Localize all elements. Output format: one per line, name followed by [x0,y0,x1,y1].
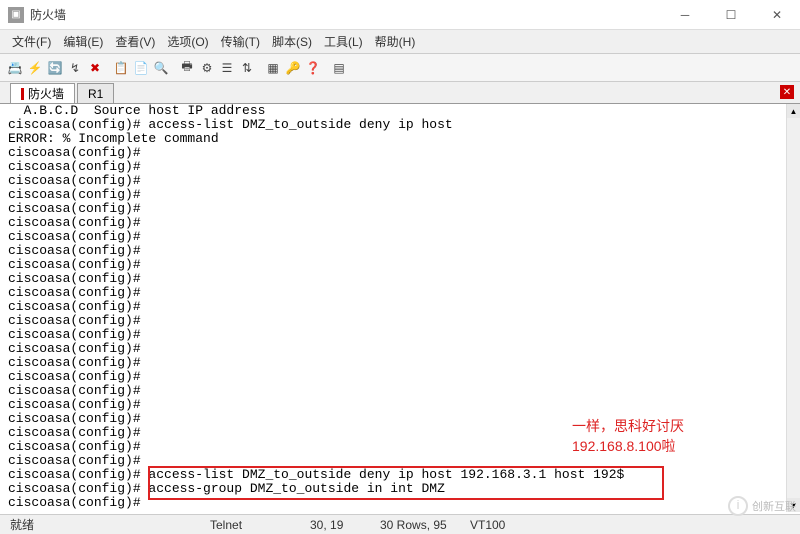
options-icon[interactable]: ☰ [218,59,236,77]
close-button[interactable]: ✕ [754,0,800,30]
status-protocol: Telnet [200,518,300,532]
tab-label: 防火墙 [28,85,64,102]
properties-icon[interactable]: ⚙ [198,59,216,77]
window-titlebar: ▣ 防火墙 ─ ☐ ✕ [0,0,800,30]
vertical-scrollbar[interactable]: ▲ ▼ [786,104,800,512]
tab-label: R1 [88,87,103,101]
menu-edit[interactable]: 编辑(E) [57,33,109,50]
scroll-up-icon[interactable]: ▲ [787,104,800,118]
status-terminal-type: VT100 [460,518,515,532]
window-title: 防火墙 [30,6,662,23]
annotation-line2: 192.168.8.100啦 [572,436,684,456]
watermark: İ 创新互联 [728,496,796,516]
misc1-icon[interactable]: ▦ [264,59,282,77]
statusbar: 就绪 Telnet 30, 19 30 Rows, 95 VT100 [0,514,800,534]
menu-script[interactable]: 脚本(S) [266,33,318,50]
status-position: 30, 19 [300,518,370,532]
print-icon[interactable]: 🖶 [178,59,196,77]
tabbar: 防火墙 R1 ✕ [0,82,800,104]
cancel-icon[interactable]: ✖ [86,59,104,77]
maximize-button[interactable]: ☐ [708,0,754,30]
watermark-text: 创新互联 [752,498,796,514]
menu-help[interactable]: 帮助(H) [369,33,422,50]
disconnect-icon[interactable]: ↯ [66,59,84,77]
paste-icon[interactable]: 📄 [132,59,150,77]
menu-tools[interactable]: 工具(L) [318,33,369,50]
tab-close-button[interactable]: ✕ [780,85,794,99]
toolbar: 📇 ⚡ 🔄 ↯ ✖ 📋 📄 🔍 🖶 ⚙ ☰ ⇅ ▦ 🔑 ❓ ▤ [0,54,800,82]
annotation-text: 一样，思科好讨厌 192.168.8.100啦 [572,416,684,456]
menu-file[interactable]: 文件(F) [6,33,57,50]
reconnect-icon[interactable]: 🔄 [46,59,64,77]
status-rows: 30 Rows, 95 [370,518,460,532]
menubar: 文件(F) 编辑(E) 查看(V) 选项(O) 传输(T) 脚本(S) 工具(L… [0,30,800,54]
tab-firewall[interactable]: 防火墙 [10,83,75,103]
find-icon[interactable]: 🔍 [152,59,170,77]
tab-r1[interactable]: R1 [77,83,114,103]
annotation-line1: 一样，思科好讨厌 [572,416,684,436]
session-icon[interactable]: 📇 [6,59,24,77]
status-ready: 就绪 [0,516,200,533]
copy-icon[interactable]: 📋 [112,59,130,77]
watermark-logo-icon: İ [728,496,748,516]
app-icon: ▣ [8,7,24,23]
active-indicator-icon [21,88,24,100]
minimize-button[interactable]: ─ [662,0,708,30]
menu-options[interactable]: 选项(O) [161,33,214,50]
tile-icon[interactable]: ▤ [330,59,348,77]
quick-connect-icon[interactable]: ⚡ [26,59,44,77]
help-icon[interactable]: ❓ [304,59,322,77]
key-icon[interactable]: 🔑 [284,59,302,77]
menu-transfer[interactable]: 传输(T) [215,33,266,50]
menu-view[interactable]: 查看(V) [109,33,161,50]
xfer-icon[interactable]: ⇅ [238,59,256,77]
